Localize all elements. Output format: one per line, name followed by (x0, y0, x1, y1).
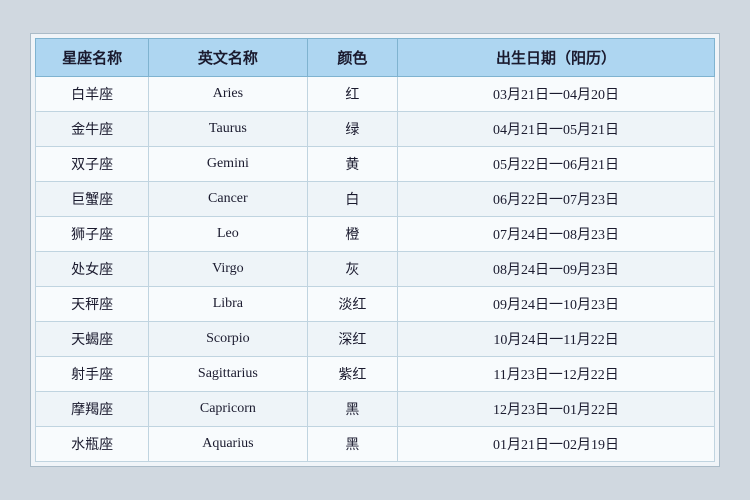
cell-en: Gemini (149, 147, 307, 182)
table-row: 射手座Sagittarius紫红11月23日一12月22日 (36, 357, 715, 392)
cell-zh: 天蝎座 (36, 322, 149, 357)
zodiac-table: 星座名称 英文名称 颜色 出生日期（阳历） 白羊座Aries红03月21日一04… (35, 38, 715, 462)
cell-zh: 狮子座 (36, 217, 149, 252)
cell-color: 黑 (307, 427, 398, 462)
header-en: 英文名称 (149, 39, 307, 77)
table-row: 处女座Virgo灰08月24日一09月23日 (36, 252, 715, 287)
cell-en: Capricorn (149, 392, 307, 427)
cell-zh: 天秤座 (36, 287, 149, 322)
cell-date: 01月21日一02月19日 (398, 427, 715, 462)
cell-date: 12月23日一01月22日 (398, 392, 715, 427)
cell-zh: 巨蟹座 (36, 182, 149, 217)
cell-color: 橙 (307, 217, 398, 252)
cell-zh: 处女座 (36, 252, 149, 287)
cell-date: 07月24日一08月23日 (398, 217, 715, 252)
table-row: 摩羯座Capricorn黑12月23日一01月22日 (36, 392, 715, 427)
cell-en: Leo (149, 217, 307, 252)
cell-color: 红 (307, 77, 398, 112)
table-body: 白羊座Aries红03月21日一04月20日金牛座Taurus绿04月21日一0… (36, 77, 715, 462)
cell-zh: 射手座 (36, 357, 149, 392)
cell-en: Scorpio (149, 322, 307, 357)
header-date: 出生日期（阳历） (398, 39, 715, 77)
table-row: 金牛座Taurus绿04月21日一05月21日 (36, 112, 715, 147)
cell-date: 10月24日一11月22日 (398, 322, 715, 357)
cell-en: Virgo (149, 252, 307, 287)
cell-color: 深红 (307, 322, 398, 357)
table-row: 狮子座Leo橙07月24日一08月23日 (36, 217, 715, 252)
cell-en: Aries (149, 77, 307, 112)
cell-color: 灰 (307, 252, 398, 287)
table-row: 天秤座Libra淡红09月24日一10月23日 (36, 287, 715, 322)
cell-date: 05月22日一06月21日 (398, 147, 715, 182)
cell-color: 淡红 (307, 287, 398, 322)
table-header-row: 星座名称 英文名称 颜色 出生日期（阳历） (36, 39, 715, 77)
header-color: 颜色 (307, 39, 398, 77)
cell-date: 08月24日一09月23日 (398, 252, 715, 287)
header-zh: 星座名称 (36, 39, 149, 77)
cell-color: 紫红 (307, 357, 398, 392)
cell-zh: 白羊座 (36, 77, 149, 112)
cell-en: Taurus (149, 112, 307, 147)
cell-en: Aquarius (149, 427, 307, 462)
table-row: 白羊座Aries红03月21日一04月20日 (36, 77, 715, 112)
cell-en: Cancer (149, 182, 307, 217)
cell-zh: 双子座 (36, 147, 149, 182)
cell-zh: 摩羯座 (36, 392, 149, 427)
cell-en: Libra (149, 287, 307, 322)
cell-color: 白 (307, 182, 398, 217)
cell-color: 黄 (307, 147, 398, 182)
cell-date: 04月21日一05月21日 (398, 112, 715, 147)
zodiac-table-wrapper: 星座名称 英文名称 颜色 出生日期（阳历） 白羊座Aries红03月21日一04… (30, 33, 720, 467)
cell-zh: 水瓶座 (36, 427, 149, 462)
cell-color: 黑 (307, 392, 398, 427)
cell-date: 03月21日一04月20日 (398, 77, 715, 112)
cell-color: 绿 (307, 112, 398, 147)
cell-date: 09月24日一10月23日 (398, 287, 715, 322)
table-row: 天蝎座Scorpio深红10月24日一11月22日 (36, 322, 715, 357)
table-row: 巨蟹座Cancer白06月22日一07月23日 (36, 182, 715, 217)
cell-date: 06月22日一07月23日 (398, 182, 715, 217)
cell-en: Sagittarius (149, 357, 307, 392)
cell-date: 11月23日一12月22日 (398, 357, 715, 392)
table-row: 双子座Gemini黄05月22日一06月21日 (36, 147, 715, 182)
table-row: 水瓶座Aquarius黑01月21日一02月19日 (36, 427, 715, 462)
cell-zh: 金牛座 (36, 112, 149, 147)
